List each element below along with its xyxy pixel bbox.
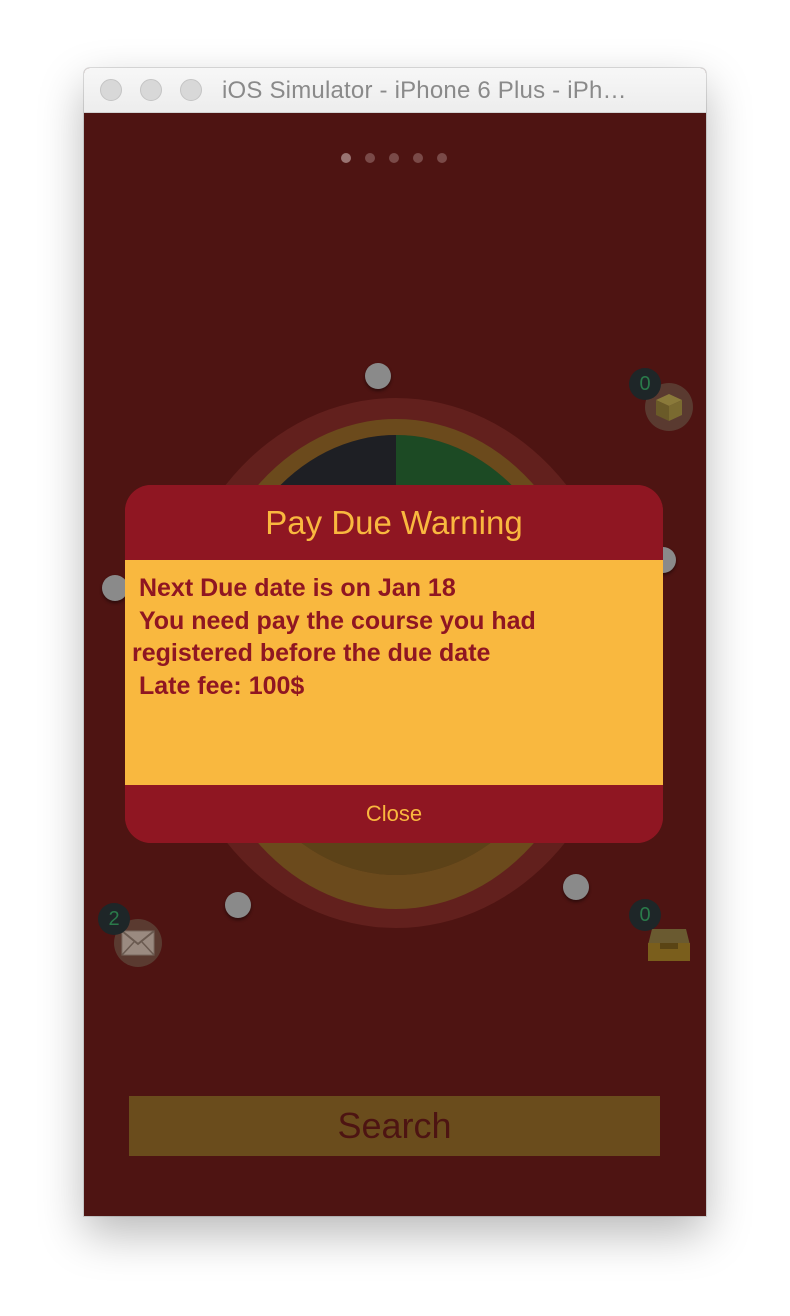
messages-count-badge: 2	[98, 903, 130, 935]
inbox-tray-icon	[648, 929, 690, 961]
alert-message: Next Due date is on Jan 18 You need pay …	[132, 574, 536, 700]
page-dot[interactable]	[389, 153, 399, 163]
wheel-knob[interactable]	[563, 874, 589, 900]
wheel-knob[interactable]	[365, 363, 391, 389]
alert-footer: Close	[125, 785, 663, 843]
search-button[interactable]: Search	[129, 1096, 660, 1156]
minimize-window-button[interactable]	[140, 79, 162, 101]
alert-body: Next Due date is on Jan 18 You need pay …	[125, 560, 663, 785]
inbox-button[interactable]	[646, 925, 692, 963]
zoom-window-button[interactable]	[180, 79, 202, 101]
alert-header: Pay Due Warning	[125, 485, 663, 560]
page-control[interactable]	[341, 153, 447, 163]
close-button[interactable]: Close	[125, 785, 663, 843]
simulator-window: iOS Simulator - iPhone 6 Plus - iPh… 0 2…	[84, 68, 706, 1216]
app-screen: 0 2 0 Search Pay Due Warning Next Due da…	[84, 113, 706, 1216]
package-box-icon	[656, 394, 682, 421]
page-dot[interactable]	[365, 153, 375, 163]
alert-title: Pay Due Warning	[265, 504, 523, 541]
page-dot[interactable]	[437, 153, 447, 163]
window-title: iOS Simulator - iPhone 6 Plus - iPh…	[222, 77, 627, 104]
page-dot[interactable]	[341, 153, 351, 163]
envelope-icon	[121, 930, 155, 956]
wheel-knob[interactable]	[225, 892, 251, 918]
pay-due-alert: Pay Due Warning Next Due date is on Jan …	[125, 485, 663, 843]
inbox-count-badge: 0	[629, 899, 661, 931]
close-window-button[interactable]	[100, 79, 122, 101]
package-count-badge: 0	[629, 368, 661, 400]
page-dot[interactable]	[413, 153, 423, 163]
window-titlebar: iOS Simulator - iPhone 6 Plus - iPh…	[84, 68, 706, 113]
